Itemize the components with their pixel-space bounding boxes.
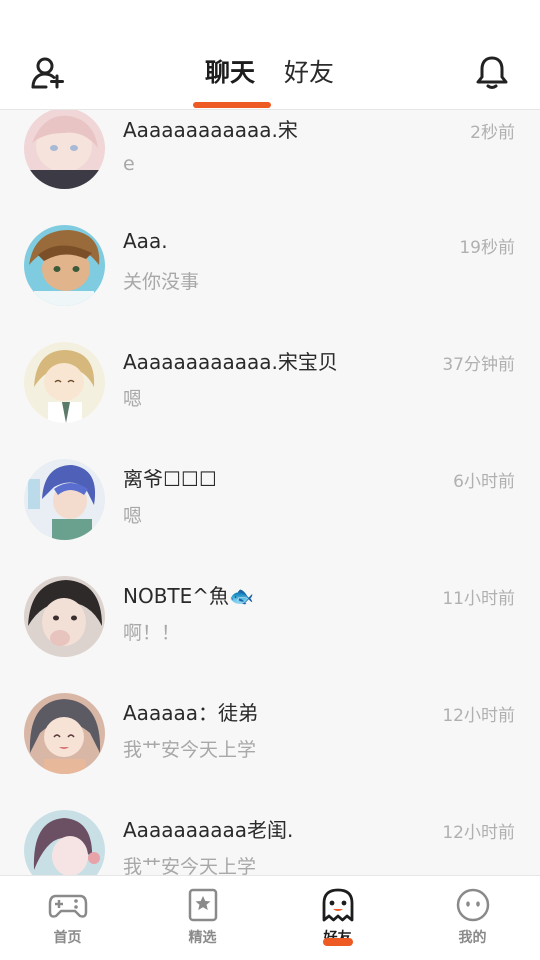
add-friend-button[interactable] bbox=[30, 56, 66, 90]
tab-chat[interactable]: 聊天 bbox=[205, 56, 255, 90]
nav-home[interactable]: 首页 bbox=[0, 876, 135, 960]
message-preview: 啊！！ bbox=[123, 622, 181, 644]
contact-name: Aaaaaa：徒弟 bbox=[123, 701, 258, 725]
avatar bbox=[24, 693, 105, 774]
notifications-button[interactable] bbox=[474, 54, 510, 90]
message-time: 6小时前 bbox=[453, 472, 515, 492]
nav-featured[interactable]: 精选 bbox=[135, 876, 270, 960]
contact-name: Aaa. bbox=[123, 229, 168, 253]
star-bookmark-icon bbox=[188, 888, 218, 922]
message-time: 12小时前 bbox=[442, 706, 515, 726]
message-time: 12小时前 bbox=[442, 823, 515, 843]
contact-name: 离爷☐☐☐ bbox=[123, 467, 217, 491]
tab-friends[interactable]: 好友 bbox=[284, 56, 334, 90]
avatar bbox=[24, 459, 105, 540]
chat-row[interactable]: Aaa. 关你没事 19秒前 bbox=[0, 225, 540, 342]
nav-profile[interactable]: 我的 bbox=[405, 876, 540, 960]
chat-list[interactable]: Aaaaaaaaaaaa.宋 e 2秒前 Aaa. 关你没事 19秒前 Aaaa… bbox=[0, 110, 540, 875]
message-time: 19秒前 bbox=[459, 238, 515, 258]
message-time: 2秒前 bbox=[470, 123, 515, 143]
contact-name: NOBTE^魚🐟 bbox=[123, 584, 254, 608]
message-preview: e bbox=[123, 153, 135, 175]
nav-home-label: 首页 bbox=[53, 930, 82, 946]
top-bar: 聊天 好友 bbox=[0, 0, 540, 110]
chat-row[interactable]: Aaaaaaaaaaaa.宋宝贝 嗯 37分钟前 bbox=[0, 342, 540, 459]
chat-row[interactable]: NOBTE^魚🐟 啊！！ 11小时前 bbox=[0, 576, 540, 693]
active-tab-indicator bbox=[193, 102, 271, 108]
message-preview: 我艹安今天上学 bbox=[123, 739, 257, 761]
message-preview: 嗯 bbox=[123, 505, 143, 527]
avatar bbox=[24, 576, 105, 657]
contact-name: Aaaaaaaaaaaa.宋宝贝 bbox=[123, 350, 338, 374]
add-user-icon bbox=[31, 57, 64, 89]
message-preview: 关你没事 bbox=[123, 271, 200, 293]
chat-row[interactable]: Aaaaaa：徒弟 我艹安今天上学 12小时前 bbox=[0, 693, 540, 810]
message-preview: 我艹安今天上学 bbox=[123, 856, 257, 875]
gamepad-icon bbox=[48, 894, 88, 918]
bottom-nav: 首页 精选 好友 我的 bbox=[0, 875, 540, 960]
avatar bbox=[24, 225, 105, 306]
chat-row[interactable]: Aaaaaaaaaa老闺. 我艹安今天上学 12小时前 bbox=[0, 810, 540, 875]
chat-row[interactable]: 离爷☐☐☐ 嗯 6小时前 bbox=[0, 459, 540, 576]
avatar bbox=[24, 810, 105, 875]
nav-featured-label: 精选 bbox=[188, 930, 217, 946]
message-preview: 嗯 bbox=[123, 388, 143, 410]
face-icon bbox=[456, 888, 490, 922]
avatar bbox=[24, 342, 105, 423]
message-time: 11小时前 bbox=[442, 589, 515, 609]
nav-active-indicator bbox=[323, 938, 353, 946]
nav-friends[interactable]: 好友 bbox=[270, 876, 405, 960]
nav-profile-label: 我的 bbox=[458, 930, 487, 946]
chat-row[interactable]: Aaaaaaaaaaaa.宋 e 2秒前 bbox=[0, 110, 540, 225]
contact-name: Aaaaaaaaaa老闺. bbox=[123, 818, 294, 842]
message-time: 37分钟前 bbox=[442, 355, 515, 375]
ghost-icon bbox=[322, 888, 354, 922]
avatar bbox=[24, 110, 105, 189]
bell-icon bbox=[476, 56, 508, 89]
contact-name: Aaaaaaaaaaaa.宋 bbox=[123, 118, 298, 142]
